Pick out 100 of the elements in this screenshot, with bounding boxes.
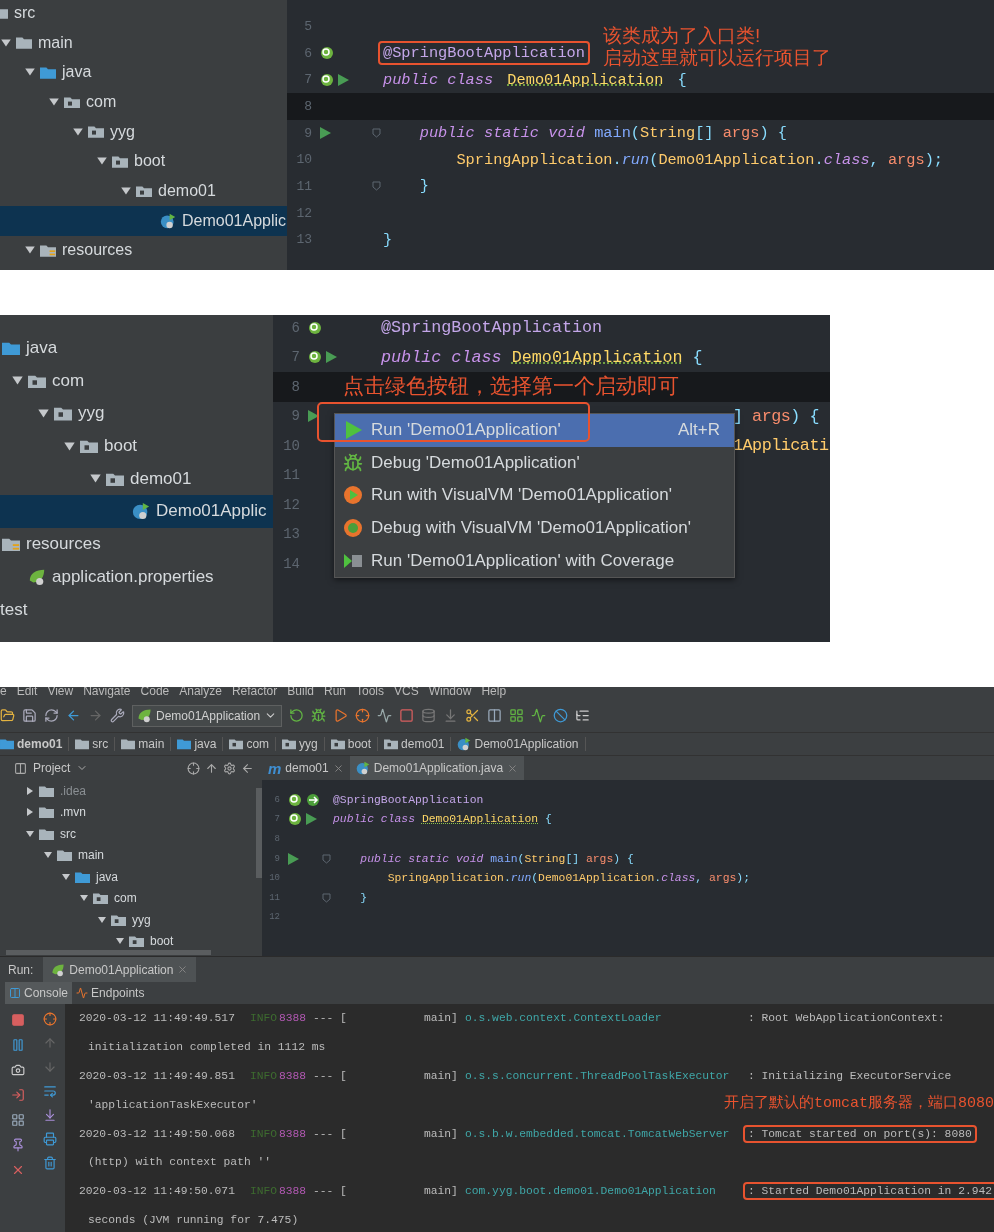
breadcrumb[interactable]: demo01 <box>0 737 70 751</box>
layout-icon[interactable] <box>10 1113 25 1127</box>
menu-item[interactable]: View <box>47 687 74 698</box>
tree-item[interactable]: boot <box>0 146 287 177</box>
pin-icon[interactable] <box>10 1138 25 1152</box>
run-icon[interactable] <box>288 852 299 865</box>
bug-icon[interactable] <box>311 708 327 723</box>
grid-icon[interactable] <box>509 708 525 723</box>
stop-icon[interactable] <box>399 708 415 723</box>
expanded-arrow-icon[interactable] <box>120 184 132 197</box>
arrows-icon[interactable] <box>306 792 320 807</box>
breadcrumb[interactable]: boot <box>330 737 379 751</box>
expanded-arrow-icon[interactable] <box>97 914 107 925</box>
rerun-icon[interactable] <box>289 708 305 723</box>
block-icon[interactable] <box>553 708 569 723</box>
editor-tab[interactable]: Demo01Application.java <box>349 756 525 780</box>
database-icon[interactable] <box>421 708 437 723</box>
scrollbar[interactable] <box>6 950 211 955</box>
expanded-arrow-icon[interactable] <box>0 36 12 49</box>
tree-item[interactable]: com <box>0 364 273 398</box>
tree-item[interactable]: resources <box>0 235 287 266</box>
tree-item[interactable]: application.properties <box>0 560 273 594</box>
stop-icon[interactable] <box>10 1013 25 1027</box>
tree-item[interactable]: java <box>25 866 254 888</box>
bean-icon[interactable] <box>308 350 322 365</box>
tree-item[interactable]: Demo01Applic <box>0 205 287 236</box>
scissors-icon[interactable] <box>465 708 481 723</box>
menu-item[interactable]: Debug 'Demo01Application' <box>335 446 734 480</box>
expanded-arrow-icon[interactable] <box>61 871 71 882</box>
menu-item[interactable]: Run with VisualVM 'Demo01Application' <box>335 479 734 512</box>
menu-item[interactable]: Analyze <box>179 687 222 698</box>
pause-icon[interactable] <box>10 1038 25 1052</box>
menu-item[interactable]: Window <box>428 687 472 698</box>
tree-item[interactable]: src <box>0 0 287 28</box>
bean-icon[interactable] <box>288 792 302 807</box>
camera-icon[interactable] <box>10 1063 25 1077</box>
collapsed-arrow-icon[interactable] <box>25 807 35 818</box>
menu-item[interactable]: e <box>0 687 7 698</box>
login-icon[interactable] <box>10 1088 25 1102</box>
scrollbar[interactable] <box>256 788 262 878</box>
expanded-arrow-icon[interactable] <box>25 828 35 839</box>
tree-item[interactable]: .mvn <box>25 801 254 823</box>
tree-item[interactable]: boot <box>25 930 254 952</box>
bean-icon[interactable] <box>308 320 322 335</box>
breadcrumb[interactable]: main <box>121 737 172 751</box>
tree-item[interactable]: main <box>0 27 287 58</box>
breadcrumb[interactable]: Demo01Application <box>457 737 586 751</box>
build-icon[interactable] <box>110 708 125 723</box>
bean-icon[interactable] <box>320 46 334 61</box>
run-tab[interactable]: Demo01Application <box>43 957 197 982</box>
expanded-arrow-icon[interactable] <box>48 95 60 108</box>
scroll-end-icon[interactable] <box>43 1108 57 1122</box>
breadcrumb[interactable]: yyg <box>282 737 325 751</box>
expanded-arrow-icon[interactable] <box>72 125 84 138</box>
console-tab[interactable]: Endpoints <box>72 982 149 1004</box>
tree-item[interactable]: java <box>0 57 287 88</box>
sync-icon[interactable] <box>44 708 59 723</box>
run-icon[interactable] <box>338 73 349 86</box>
wrap-icon[interactable] <box>43 1084 57 1098</box>
menu-item[interactable]: Debug with VisualVM 'Demo01Application' <box>335 511 734 545</box>
breadcrumb[interactable]: java <box>177 737 224 751</box>
hide-icon[interactable] <box>241 761 254 775</box>
run-icon[interactable] <box>308 410 319 423</box>
tree-item[interactable]: src <box>25 823 254 845</box>
monitor-icon[interactable] <box>531 708 547 723</box>
trash-icon[interactable] <box>43 1156 57 1170</box>
bean-icon[interactable] <box>288 812 302 827</box>
collapse-icon[interactable] <box>205 761 218 775</box>
tree-item[interactable]: yyg <box>0 116 287 147</box>
menu-item[interactable]: VCS <box>394 687 419 698</box>
menu-item[interactable]: Code <box>140 687 170 698</box>
close-icon[interactable] <box>332 762 344 774</box>
tree-item[interactable]: resources <box>0 527 273 561</box>
menu-item[interactable]: Refactor <box>231 687 278 698</box>
profiler-icon[interactable] <box>355 708 371 723</box>
tree-item[interactable]: yyg <box>25 909 254 931</box>
breadcrumb[interactable]: com <box>229 737 277 751</box>
tree-item[interactable]: boot <box>0 429 273 463</box>
collapsed-arrow-icon[interactable] <box>25 785 35 796</box>
settings-icon[interactable] <box>223 761 236 775</box>
menu-item[interactable]: Tools <box>356 687 384 698</box>
menu-item[interactable]: Navigate <box>83 687 131 698</box>
tree-item[interactable]: demo01 <box>0 176 287 206</box>
bean-icon[interactable] <box>320 72 334 87</box>
tree-item[interactable]: java <box>0 331 273 365</box>
menu-item[interactable]: Help <box>481 687 507 698</box>
tree-item[interactable]: com <box>25 887 254 909</box>
tree-item[interactable]: main <box>25 844 254 866</box>
run-icon[interactable] <box>306 813 317 826</box>
editor-tab[interactable]: m demo01 <box>262 756 350 780</box>
breadcrumb[interactable]: demo01 <box>384 737 452 751</box>
tree-item[interactable]: .idea <box>25 780 254 802</box>
menu-item[interactable]: Run 'Demo01Application' with Coverage <box>335 544 734 577</box>
print-icon[interactable] <box>43 1132 57 1146</box>
run-icon[interactable] <box>326 351 337 364</box>
tree-item[interactable]: test <box>0 593 273 626</box>
run-config-dropdown[interactable]: Demo01Application <box>132 704 283 727</box>
breadcrumb[interactable]: src <box>75 737 116 751</box>
cluster-icon[interactable] <box>43 1012 57 1026</box>
menu-item[interactable]: Run <box>324 687 346 698</box>
